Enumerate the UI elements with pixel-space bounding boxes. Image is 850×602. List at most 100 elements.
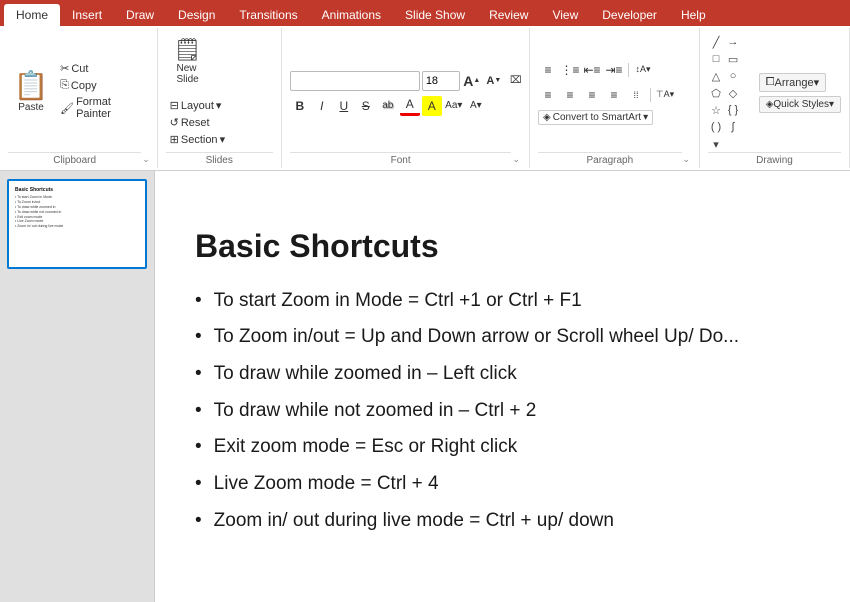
arrange-button[interactable]: ⧠ Arrange ▾ [759, 73, 826, 92]
text-direction-button[interactable]: ↕A▾ [633, 60, 653, 80]
shape-arrow[interactable]: → [725, 34, 741, 50]
bullet-text-5: Exit zoom mode = Esc or Right click [214, 435, 518, 460]
strikethrough-button[interactable]: S [356, 96, 376, 116]
arrange-dropdown: ▾ [814, 76, 820, 89]
bold-button[interactable]: B [290, 96, 310, 116]
cut-button[interactable]: ✂ Cut [56, 61, 151, 76]
align-left-button[interactable]: ≡ [538, 85, 558, 105]
paste-button[interactable]: 📋 Paste [8, 61, 54, 121]
paste-label: Paste [18, 102, 44, 113]
bullet-dot-7: • [195, 509, 202, 534]
shape-rect[interactable]: □ [708, 51, 724, 67]
tab-home[interactable]: Home [4, 4, 60, 26]
bullet-item-5: • Exit zoom mode = Esc or Right click [195, 435, 810, 460]
quick-styles-button[interactable]: ◈ Quick Styles ▾ [759, 96, 841, 113]
paragraph-content: ≡ ⋮≡ ⇤≡ ⇥≡ ↕A▾ ≡ ≡ ≡ ≡ ⁞⁞ ⊤A▾ [538, 30, 675, 152]
shape-circle[interactable]: ○ [725, 68, 741, 84]
italic-button[interactable]: I [312, 96, 332, 116]
shape-tri[interactable]: △ [708, 68, 724, 84]
reset-button[interactable]: ↺ Reset [166, 115, 229, 130]
reset-label: Reset [181, 117, 210, 129]
slide-thumbnail[interactable]: Basic Shortcuts • To start Zoom in Mode … [7, 179, 147, 269]
paragraph-expand[interactable]: ⌄ [682, 154, 691, 164]
clipboard-expand[interactable]: ⌄ [141, 154, 150, 164]
decrease-font-button[interactable]: A▼ [484, 71, 504, 91]
shape-more[interactable]: ▾ [708, 136, 724, 152]
numbering-button[interactable]: ⋮≡ [560, 60, 580, 80]
tab-review[interactable]: Review [477, 4, 540, 26]
font-row-1: A▲ A▼ ⌧ [290, 71, 526, 91]
clipboard-buttons: 📋 Paste ✂ Cut ⎘ Copy 🖌 [8, 61, 151, 121]
columns-button[interactable]: ⁞⁞ [626, 85, 646, 105]
arrange-label: Arrange [775, 77, 814, 89]
font-color-picker[interactable]: A▾ [466, 96, 486, 116]
highlight-color-button[interactable]: A [422, 96, 442, 116]
layout-icon: ⊟ [170, 99, 179, 112]
shape-pentagon[interactable]: ⬠ [708, 85, 724, 101]
slide-content-area: Basic Shortcuts • To start Zoom in Mode … [165, 208, 840, 566]
increase-indent-button[interactable]: ⇥≡ [604, 60, 624, 80]
decrease-indent-button[interactable]: ⇤≡ [582, 60, 602, 80]
section-button[interactable]: ⊞ Section ▾ [166, 132, 229, 147]
format-painter-icon: 🖌 [60, 102, 74, 115]
convert-smartart-button[interactable]: ◈ Convert to SmartArt ▾ [538, 110, 653, 125]
para-row-3: ◈ Convert to SmartArt ▾ [538, 110, 675, 125]
clipboard-label: Clipboard [8, 152, 141, 166]
tab-insert[interactable]: Insert [60, 4, 114, 26]
layout-button[interactable]: ⊟ Layout ▾ [166, 98, 229, 113]
bullet-dot-3: • [195, 362, 202, 387]
bullet-dot-1: • [195, 289, 202, 314]
tab-help[interactable]: Help [669, 4, 718, 26]
tab-developer[interactable]: Developer [590, 4, 669, 26]
copy-button[interactable]: ⎘ Copy [56, 78, 151, 93]
shape-rect2[interactable]: ▭ [725, 51, 741, 67]
font-size-input[interactable] [422, 71, 460, 91]
tab-slideshow[interactable]: Slide Show [393, 4, 477, 26]
font-name-input[interactable] [290, 71, 420, 91]
ribbon-toolbar: 📋 Paste ✂ Cut ⎘ Copy 🖌 [0, 26, 850, 171]
para-row-1: ≡ ⋮≡ ⇤≡ ⇥≡ ↕A▾ [538, 60, 675, 80]
drawing-label: Drawing [708, 152, 841, 166]
shape-curve[interactable]: ∫ [725, 119, 741, 135]
clear-format-button[interactable]: ⌧ [506, 71, 526, 91]
quick-styles-dropdown: ▾ [829, 99, 834, 110]
align-center-button[interactable]: ≡ [560, 85, 580, 105]
smartart-label: Convert to SmartArt [553, 112, 641, 123]
smartart-dropdown: ▾ [643, 112, 648, 123]
justify-button[interactable]: ≡ [604, 85, 624, 105]
paste-icon: 📋 [14, 69, 49, 102]
shape-star[interactable]: ☆ [708, 102, 724, 118]
increase-font-button[interactable]: A▲ [462, 71, 482, 91]
font-color-button[interactable]: A [400, 96, 420, 116]
shadow-button[interactable]: ab [378, 96, 398, 116]
main-area: Basic Shortcuts • To start Zoom in Mode … [0, 171, 850, 602]
tab-transitions[interactable]: Transitions [227, 4, 309, 26]
align-text-button[interactable]: ⊤A▾ [655, 85, 675, 105]
tab-view[interactable]: View [540, 4, 590, 26]
font-expand[interactable]: ⌄ [511, 154, 521, 164]
slide-small-buttons: ⊟ Layout ▾ ↺ Reset ⊞ Section ▾ [166, 98, 229, 147]
format-painter-button[interactable]: 🖌 Format Painter [56, 95, 151, 121]
underline-button[interactable]: U [334, 96, 354, 116]
bullet-text-1: To start Zoom in Mode = Ctrl +1 or Ctrl … [214, 289, 582, 314]
shape-paren[interactable]: ( ) [708, 119, 724, 135]
align-right-button[interactable]: ≡ [582, 85, 602, 105]
case-button[interactable]: Aa▾ [444, 96, 464, 116]
tab-design[interactable]: Design [166, 4, 227, 26]
copy-label: Copy [71, 80, 97, 92]
ribbon-container: Home Insert Draw Design Transitions Anim… [0, 0, 850, 171]
new-slide-button[interactable]: 🗒 NewSlide [166, 35, 210, 87]
shape-diamond[interactable]: ◇ [725, 85, 741, 101]
tab-animations[interactable]: Animations [310, 4, 393, 26]
shape-bracket[interactable]: { } [725, 102, 741, 118]
bullet-text-7: Zoom in/ out during live mode = Ctrl + u… [214, 509, 614, 534]
bullets-button[interactable]: ≡ [538, 60, 558, 80]
shape-line[interactable]: ╱ [708, 34, 724, 50]
bullet-text-3: To draw while zoomed in – Left click [214, 362, 517, 387]
tab-bar: Home Insert Draw Design Transitions Anim… [0, 0, 850, 26]
section-icon: ⊞ [170, 133, 179, 146]
tab-draw[interactable]: Draw [114, 4, 166, 26]
slide-bullets-list: • To start Zoom in Mode = Ctrl +1 or Ctr… [195, 289, 810, 534]
drawing-shapes-area: ╱ → □ ▭ △ ○ ⬠ ◇ ☆ { } ( ) ∫ ▾ [708, 34, 755, 152]
smartart-icon: ◈ [543, 112, 551, 123]
